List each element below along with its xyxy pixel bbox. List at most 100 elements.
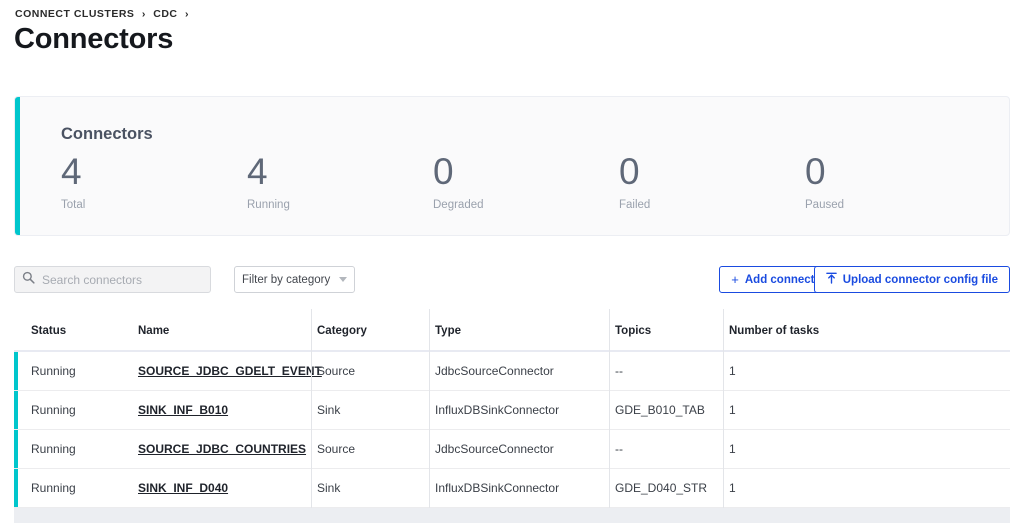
cell-name: SINK_INF_B010: [138, 403, 228, 417]
cell-category: Source: [317, 364, 356, 378]
cell-name: SOURCE_JDBC_COUNTRIES: [138, 442, 306, 456]
column-header-category[interactable]: Category: [317, 325, 367, 337]
cell-status: Running: [31, 442, 76, 456]
column-divider: [723, 430, 724, 469]
search-icon: [22, 271, 35, 289]
column-divider: [609, 309, 610, 352]
plus-icon: +: [731, 272, 739, 287]
cell-topics: --: [615, 442, 623, 456]
row-status-accent-bar: [14, 352, 18, 390]
column-divider: [723, 469, 724, 508]
breadcrumb-separator-icon: ›: [141, 8, 146, 20]
cell-topics: GDE_D040_STR: [615, 481, 708, 495]
stat-label: Paused: [805, 199, 845, 211]
connectors-table: Status Name Category Type Topics Number …: [14, 309, 1010, 523]
summary-heading: Connectors: [61, 125, 153, 143]
breadcrumb: CONNECT CLUSTERS › CDC ›: [15, 8, 193, 20]
upload-connector-label: Upload connector config file: [842, 273, 998, 286]
stat-value: 0: [433, 151, 454, 192]
stat-value: 4: [61, 151, 82, 192]
column-divider: [723, 352, 724, 391]
cell-number-of-tasks: 1: [729, 481, 736, 495]
column-divider: [311, 309, 312, 352]
cell-category: Sink: [317, 481, 341, 495]
upload-icon: [825, 272, 837, 287]
cell-number-of-tasks: 1: [729, 442, 736, 456]
stat-label: Degraded: [433, 199, 484, 211]
cell-name: SINK_INF_D040: [138, 481, 228, 495]
table-header-row: Status Name Category Type Topics Number …: [14, 309, 1010, 352]
connectors-page: CONNECT CLUSTERS › CDC › Connectors Conn…: [0, 0, 1025, 523]
column-divider: [429, 391, 430, 430]
stat-running: 4 Running: [247, 149, 433, 211]
stat-total: 4 Total: [61, 149, 247, 211]
cell-category: Sink: [317, 403, 341, 417]
row-status-accent-bar: [14, 391, 18, 429]
column-header-name[interactable]: Name: [138, 325, 169, 337]
summary-accent-bar: [15, 97, 20, 235]
table-footer: [14, 508, 1010, 523]
breadcrumb-item-cdc[interactable]: CDC: [153, 8, 177, 20]
stat-label: Running: [247, 199, 290, 211]
connector-link[interactable]: SINK_INF_D040: [138, 481, 228, 495]
column-divider: [429, 430, 430, 469]
column-header-status[interactable]: Status: [31, 325, 66, 337]
cell-status: Running: [31, 481, 76, 495]
cell-topics: GDE_B010_TAB: [615, 403, 705, 417]
search-input[interactable]: Search connectors: [14, 266, 211, 293]
cell-status: Running: [31, 403, 76, 417]
connector-link[interactable]: SOURCE_JDBC_GDELT_EVENT: [138, 364, 322, 378]
cell-topics: --: [615, 364, 623, 378]
summary-stats: 4 Total 4 Running 0 Degraded 0 Failed 0 …: [61, 149, 991, 211]
column-divider: [429, 309, 430, 352]
filter-label: Filter by category: [242, 273, 331, 286]
column-divider: [311, 430, 312, 469]
breadcrumb-separator-icon: ›: [184, 8, 189, 20]
table-row[interactable]: Running SOURCE_JDBC_COUNTRIES Source Jdb…: [14, 430, 1010, 469]
connector-link[interactable]: SOURCE_JDBC_COUNTRIES: [138, 442, 306, 456]
cell-number-of-tasks: 1: [729, 403, 736, 417]
column-divider: [311, 469, 312, 508]
table-row[interactable]: Running SINK_INF_B010 Sink InfluxDBSinkC…: [14, 391, 1010, 430]
cell-type: InfluxDBSinkConnector: [435, 481, 560, 495]
cell-type: JdbcSourceConnector: [435, 442, 554, 456]
cell-type: JdbcSourceConnector: [435, 364, 554, 378]
column-header-number-of-tasks[interactable]: Number of tasks: [729, 325, 819, 337]
stat-label: Total: [61, 199, 86, 211]
column-divider: [723, 309, 724, 352]
chevron-down-icon: [339, 277, 347, 282]
cell-type: InfluxDBSinkConnector: [435, 403, 560, 417]
stat-label: Failed: [619, 199, 651, 211]
column-divider: [311, 391, 312, 430]
search-placeholder: Search connectors: [42, 272, 143, 287]
cell-number-of-tasks: 1: [729, 364, 736, 378]
column-divider: [609, 430, 610, 469]
stat-failed: 0 Failed: [619, 149, 805, 211]
table-row[interactable]: Running SINK_INF_D040 Sink InfluxDBSinkC…: [14, 469, 1010, 508]
column-divider: [429, 352, 430, 391]
column-divider: [429, 469, 430, 508]
column-divider: [609, 352, 610, 391]
connector-link[interactable]: SINK_INF_B010: [138, 403, 228, 417]
stat-paused: 0 Paused: [805, 149, 991, 211]
column-divider: [311, 352, 312, 391]
column-divider: [609, 391, 610, 430]
cell-status: Running: [31, 364, 76, 378]
column-header-type[interactable]: Type: [435, 325, 461, 337]
connectors-summary-card: Connectors 4 Total 4 Running 0 Degraded …: [14, 96, 1010, 236]
filter-by-category-select[interactable]: Filter by category: [234, 266, 355, 293]
upload-connector-config-button[interactable]: Upload connector config file: [813, 266, 1010, 293]
connectors-toolbar: Search connectors Filter by category + A…: [0, 266, 1025, 294]
stat-degraded: 0 Degraded: [433, 149, 619, 211]
stat-value: 4: [247, 151, 268, 192]
column-header-topics[interactable]: Topics: [615, 325, 651, 337]
breadcrumb-item-connect-clusters[interactable]: CONNECT CLUSTERS: [15, 8, 134, 20]
page-title: Connectors: [14, 23, 174, 55]
stat-value: 0: [805, 151, 826, 192]
table-row[interactable]: Running SOURCE_JDBC_GDELT_EVENT Source J…: [14, 352, 1010, 391]
stat-value: 0: [619, 151, 640, 192]
row-status-accent-bar: [14, 430, 18, 468]
column-divider: [609, 469, 610, 508]
row-status-accent-bar: [14, 469, 18, 507]
cell-category: Source: [317, 442, 356, 456]
